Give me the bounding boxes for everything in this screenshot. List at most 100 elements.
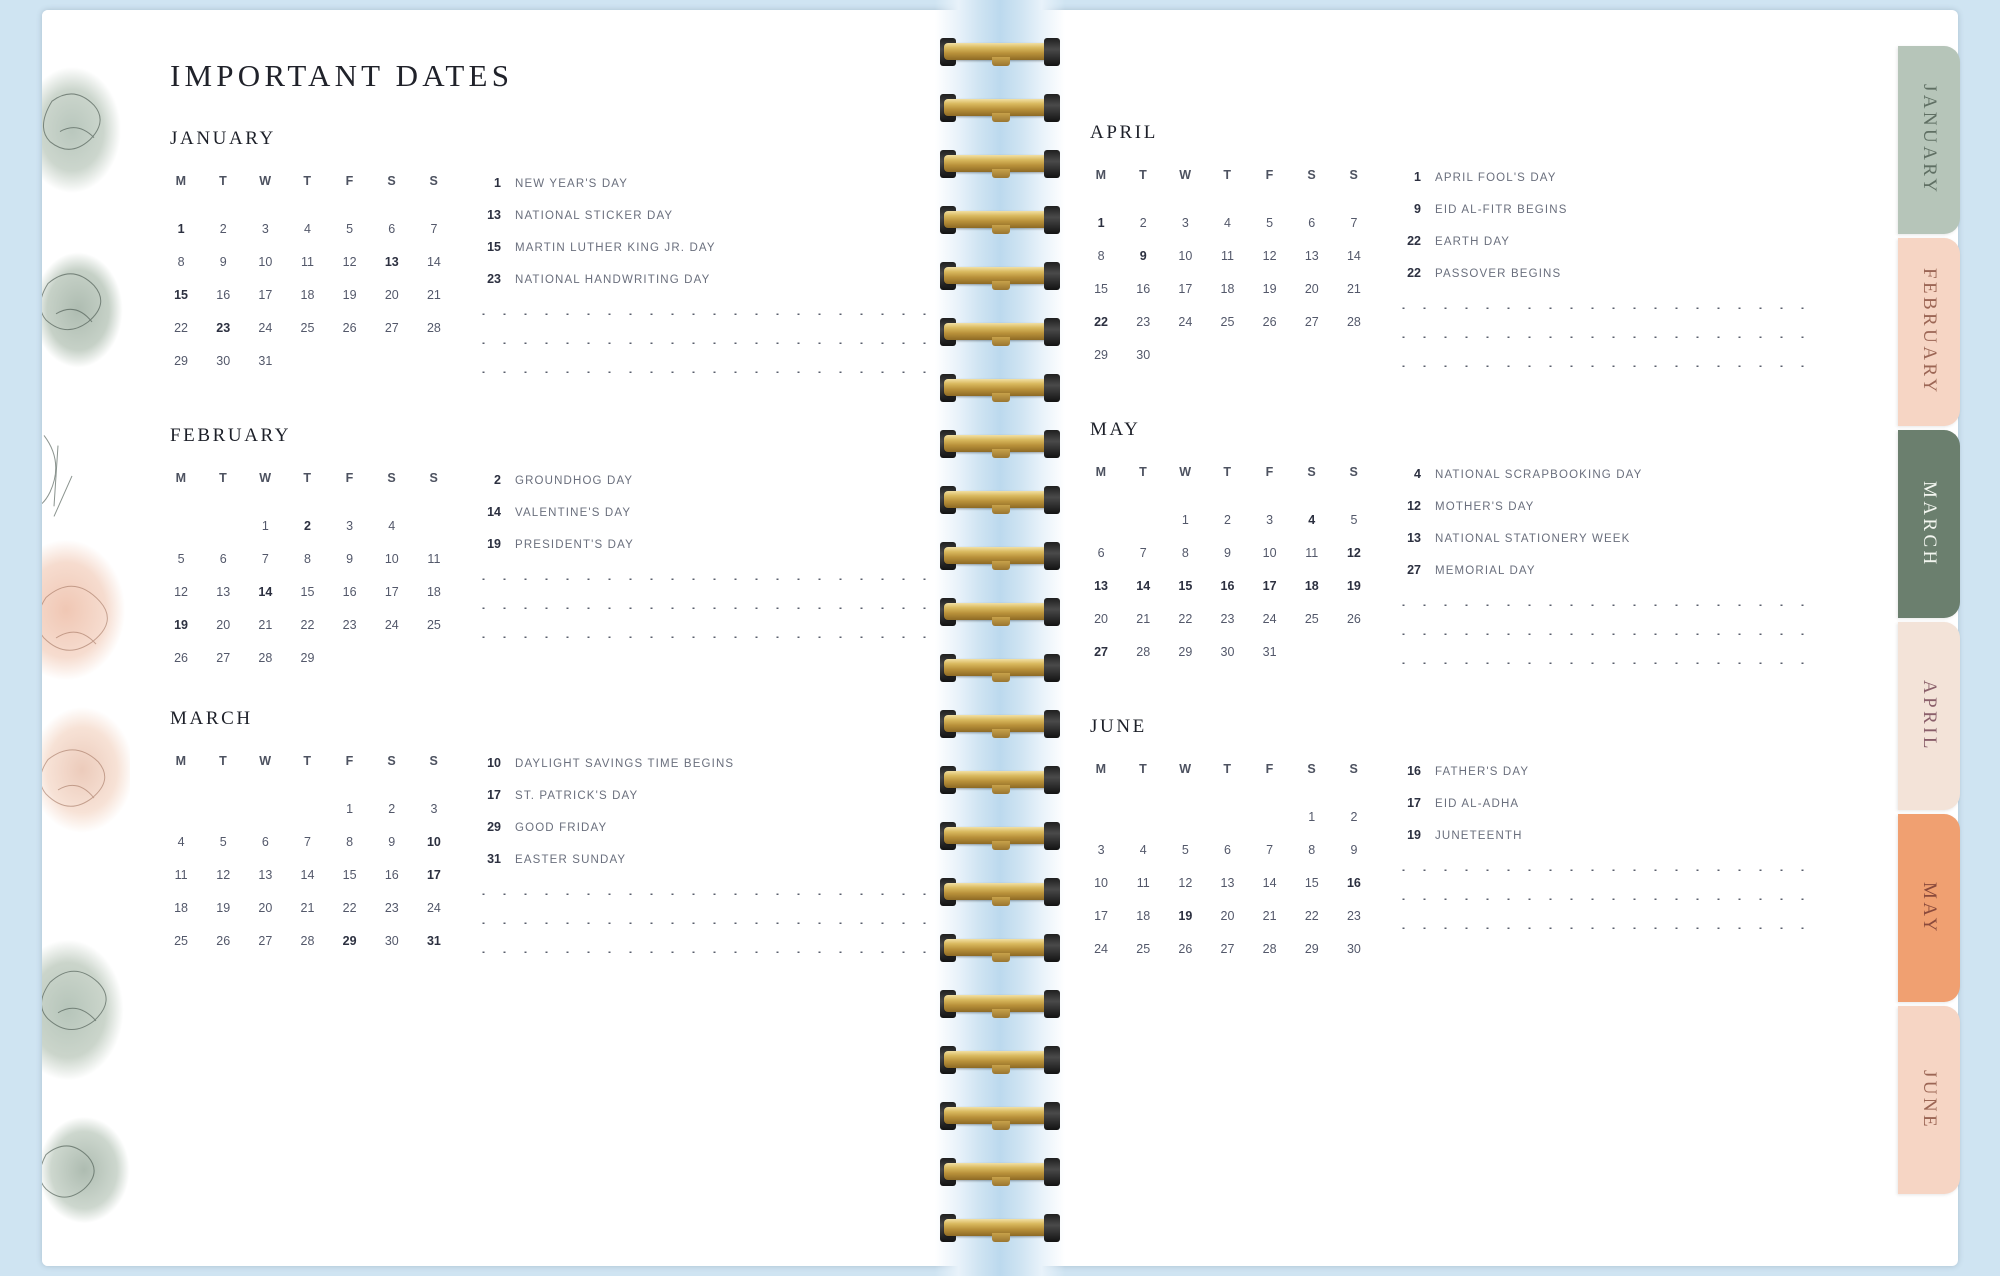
- calendar-day[interactable]: 5: [202, 825, 244, 858]
- calendar-day[interactable]: 1: [1080, 206, 1122, 239]
- calendar-day[interactable]: 23: [1333, 899, 1375, 932]
- calendar-day[interactable]: 14: [413, 245, 455, 278]
- calendar-day[interactable]: 9: [329, 542, 371, 575]
- calendar-day[interactable]: 3: [329, 509, 371, 542]
- calendar-day[interactable]: 27: [202, 641, 244, 674]
- blank-write-in-line[interactable]: [1393, 595, 1808, 606]
- calendar-day[interactable]: 28: [244, 641, 286, 674]
- calendar-day[interactable]: 3: [1080, 833, 1122, 866]
- calendar-day[interactable]: 15: [329, 858, 371, 891]
- calendar-day[interactable]: 8: [286, 542, 328, 575]
- calendar-day[interactable]: 8: [1291, 833, 1333, 866]
- calendar-day[interactable]: 24: [1080, 932, 1122, 965]
- calendar-day[interactable]: 14: [1122, 569, 1164, 602]
- blank-write-in-line[interactable]: [473, 884, 944, 895]
- calendar-day[interactable]: 26: [1333, 602, 1375, 635]
- calendar-day[interactable]: 27: [1080, 635, 1122, 668]
- calendar-day[interactable]: 19: [1333, 569, 1375, 602]
- calendar-day[interactable]: 7: [1249, 833, 1291, 866]
- calendar-day[interactable]: 11: [1122, 866, 1164, 899]
- calendar-day[interactable]: 18: [1291, 569, 1333, 602]
- calendar-day[interactable]: 16: [1206, 569, 1248, 602]
- blank-write-in-line[interactable]: [473, 913, 944, 924]
- blank-write-in-line[interactable]: [1393, 860, 1808, 871]
- calendar-day[interactable]: 10: [371, 542, 413, 575]
- calendar-day[interactable]: 15: [1291, 866, 1333, 899]
- blank-write-in-line[interactable]: [473, 569, 944, 580]
- calendar-day[interactable]: 28: [413, 311, 455, 344]
- calendar-day[interactable]: 15: [1164, 569, 1206, 602]
- calendar-day[interactable]: 4: [1206, 206, 1248, 239]
- calendar-day[interactable]: 13: [1291, 239, 1333, 272]
- calendar-day[interactable]: 19: [1164, 899, 1206, 932]
- calendar-day[interactable]: 24: [1249, 602, 1291, 635]
- calendar-day[interactable]: 2: [202, 212, 244, 245]
- calendar-day[interactable]: 16: [329, 575, 371, 608]
- calendar-day[interactable]: 20: [1206, 899, 1248, 932]
- calendar-day[interactable]: 23: [1122, 305, 1164, 338]
- calendar-day[interactable]: 1: [160, 212, 202, 245]
- calendar-day[interactable]: 25: [1291, 602, 1333, 635]
- calendar-day[interactable]: 30: [1206, 635, 1248, 668]
- calendar-day[interactable]: 24: [244, 311, 286, 344]
- calendar-day[interactable]: 28: [1122, 635, 1164, 668]
- calendar-day[interactable]: 28: [1249, 932, 1291, 965]
- calendar-day[interactable]: 10: [1080, 866, 1122, 899]
- calendar-day[interactable]: 12: [1333, 536, 1375, 569]
- calendar-day[interactable]: 28: [1333, 305, 1375, 338]
- calendar-day[interactable]: 16: [202, 278, 244, 311]
- calendar-day[interactable]: 12: [1249, 239, 1291, 272]
- calendar-day[interactable]: 24: [1164, 305, 1206, 338]
- calendar-day[interactable]: 19: [1249, 272, 1291, 305]
- calendar-day[interactable]: 22: [1080, 305, 1122, 338]
- calendar-day[interactable]: 19: [329, 278, 371, 311]
- calendar-day[interactable]: 11: [413, 542, 455, 575]
- calendar-day[interactable]: 25: [286, 311, 328, 344]
- blank-write-in-line[interactable]: [473, 627, 944, 638]
- blank-write-in-line[interactable]: [1393, 356, 1808, 367]
- calendar-day[interactable]: 6: [1291, 206, 1333, 239]
- month-tab-june[interactable]: JUNE: [1898, 1006, 1960, 1194]
- calendar-day[interactable]: 7: [1122, 536, 1164, 569]
- calendar-day[interactable]: 17: [244, 278, 286, 311]
- calendar-day[interactable]: 4: [1122, 833, 1164, 866]
- calendar-day[interactable]: 11: [1291, 536, 1333, 569]
- calendar-day[interactable]: 7: [1333, 206, 1375, 239]
- calendar-day[interactable]: 2: [1333, 800, 1375, 833]
- calendar-day[interactable]: 29: [329, 924, 371, 957]
- calendar-day[interactable]: 21: [1249, 899, 1291, 932]
- calendar-day[interactable]: 16: [371, 858, 413, 891]
- calendar-day[interactable]: 10: [1164, 239, 1206, 272]
- calendar-day[interactable]: 25: [1206, 305, 1248, 338]
- blank-write-in-line[interactable]: [1393, 327, 1808, 338]
- blank-write-in-line[interactable]: [473, 942, 944, 953]
- calendar-day[interactable]: 22: [329, 891, 371, 924]
- calendar-day[interactable]: 8: [1164, 536, 1206, 569]
- calendar-day[interactable]: 13: [244, 858, 286, 891]
- calendar-day[interactable]: 7: [244, 542, 286, 575]
- calendar-day[interactable]: 17: [1080, 899, 1122, 932]
- calendar-day[interactable]: 13: [202, 575, 244, 608]
- calendar-day[interactable]: 20: [202, 608, 244, 641]
- calendar-day[interactable]: 10: [244, 245, 286, 278]
- calendar-day[interactable]: 5: [1164, 833, 1206, 866]
- calendar-day[interactable]: 18: [413, 575, 455, 608]
- calendar-day[interactable]: 9: [1122, 239, 1164, 272]
- calendar-day[interactable]: 5: [329, 212, 371, 245]
- calendar-day[interactable]: 30: [1122, 338, 1164, 371]
- calendar-day[interactable]: 20: [371, 278, 413, 311]
- calendar-day[interactable]: 22: [1291, 899, 1333, 932]
- calendar-day[interactable]: 29: [1164, 635, 1206, 668]
- calendar-day[interactable]: 17: [1249, 569, 1291, 602]
- calendar-day[interactable]: 14: [244, 575, 286, 608]
- calendar-day[interactable]: 8: [329, 825, 371, 858]
- blank-write-in-line[interactable]: [1393, 889, 1808, 900]
- calendar-day[interactable]: 4: [1291, 503, 1333, 536]
- calendar-day[interactable]: 30: [371, 924, 413, 957]
- calendar-day[interactable]: 2: [1206, 503, 1248, 536]
- calendar-day[interactable]: 18: [286, 278, 328, 311]
- calendar-day[interactable]: 20: [1080, 602, 1122, 635]
- calendar-day[interactable]: 28: [286, 924, 328, 957]
- calendar-day[interactable]: 23: [371, 891, 413, 924]
- calendar-day[interactable]: 15: [160, 278, 202, 311]
